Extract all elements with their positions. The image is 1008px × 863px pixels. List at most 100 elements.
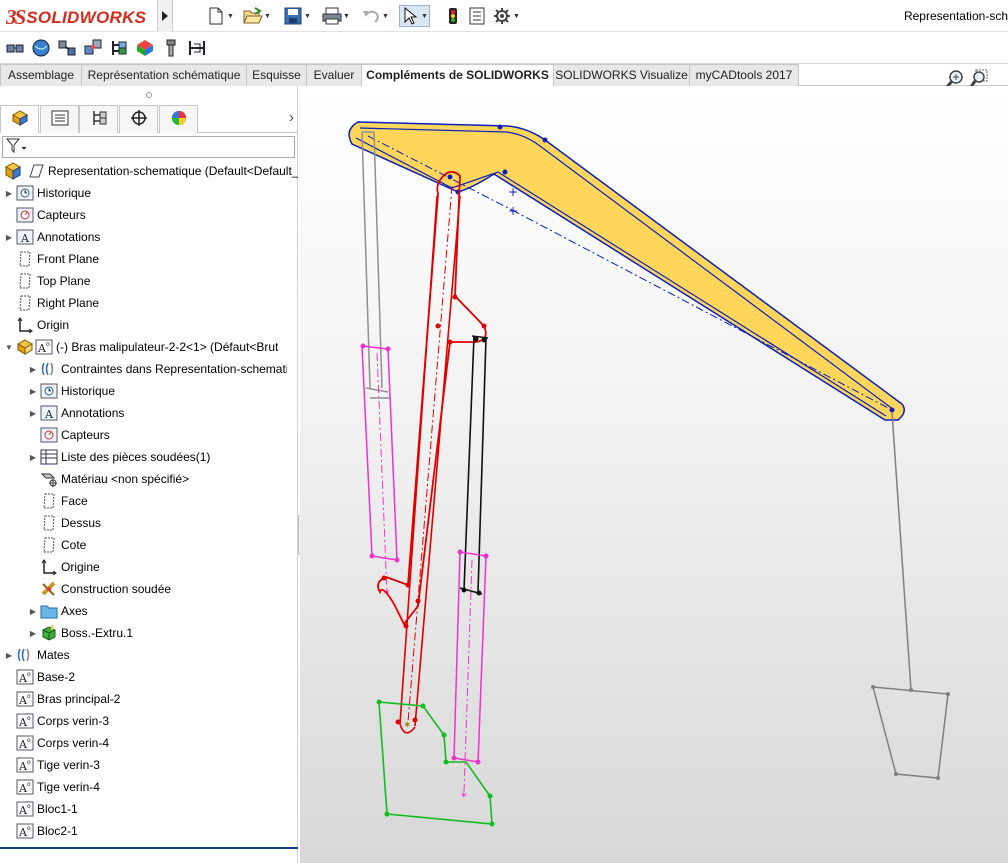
tree-item-axes[interactable]: ▶ Axes xyxy=(28,600,88,622)
chevron-down-icon[interactable]: ▼ xyxy=(420,6,429,26)
panel-grip[interactable] xyxy=(0,86,298,104)
tree-item-front-plane[interactable]: Front Plane xyxy=(4,248,99,270)
chevron-right-icon[interactable]: ▶ xyxy=(4,189,14,198)
tree-item-annotations[interactable]: ▶ A Annotations xyxy=(28,402,124,424)
tree-item-bloc2-1[interactable]: Ao Bloc2-1 xyxy=(4,820,78,842)
chevron-right-icon[interactable]: ▶ xyxy=(28,453,38,462)
tab-representation-schematique[interactable]: Représentation schématique xyxy=(81,64,247,86)
tab-evaluer[interactable]: Evaluer xyxy=(306,64,362,86)
tree-item-annotations[interactable]: ▶ A Annotations xyxy=(4,226,100,248)
configuration-manager-icon xyxy=(90,109,108,130)
chevron-right-icon[interactable]: ▶ xyxy=(28,607,38,616)
save-button[interactable]: ▼ xyxy=(283,5,312,27)
tree-item-boss-extru-1[interactable]: ▶ Boss.-Extru.1 xyxy=(28,622,133,644)
tree-item-bloc1-1[interactable]: Ao Bloc1-1 xyxy=(4,798,78,820)
assembly-tool-icon[interactable] xyxy=(82,37,104,59)
tree-item-materiau-non-specifie[interactable]: Matériau <non spécifié> xyxy=(28,468,189,490)
main-arm[interactable]: ✶ xyxy=(377,170,487,734)
tab-mycadtools[interactable]: myCADtools 2017 xyxy=(689,64,799,86)
tree-item-corps-verin-3[interactable]: Ao Corps verin-3 xyxy=(4,710,109,732)
tree-item-top-plane[interactable]: Top Plane xyxy=(4,270,90,292)
tree-item-label: Dessus xyxy=(61,516,102,530)
tab-property-manager[interactable] xyxy=(40,105,79,133)
tab-configuration-manager[interactable] xyxy=(79,105,118,133)
tab-assemblage[interactable]: Assemblage xyxy=(0,64,82,86)
tree-filter[interactable] xyxy=(2,136,295,158)
graphics-viewport[interactable]: + + ✶ ✶ ✶ xyxy=(300,86,1008,863)
svg-text:o: o xyxy=(27,715,31,722)
tree-item-historique[interactable]: ▶ Historique xyxy=(28,380,115,402)
cylinder-body-right[interactable]: ✶ xyxy=(451,549,489,802)
tree-item-label: Boss.-Extru.1 xyxy=(61,626,134,640)
tree-item-historique[interactable]: ▶ Historique xyxy=(4,182,91,204)
tree-item-contraintes-dans-representation-schemati[interactable]: ▶ Contraintes dans Representation-schemat… xyxy=(28,358,287,380)
bolt-tool-icon[interactable] xyxy=(160,37,182,59)
origin-icon xyxy=(16,316,34,334)
tree-item-label: Tige verin-3 xyxy=(37,758,100,772)
tree-item-origin[interactable]: Origin xyxy=(4,314,69,336)
tab-display-manager[interactable] xyxy=(159,105,198,133)
tree-item-mates[interactable]: ▶ Mates xyxy=(4,644,70,666)
options-button[interactable]: ▼ xyxy=(492,5,521,27)
tree-tool-icon[interactable] xyxy=(108,37,130,59)
tree-item-capteurs[interactable]: Capteurs xyxy=(4,204,86,226)
tree-item-origine[interactable]: Origine xyxy=(28,556,100,578)
tab-esquisse[interactable]: Esquisse xyxy=(246,64,307,86)
chevron-right-icon[interactable]: ▶ xyxy=(28,365,38,374)
chevron-right-icon[interactable]: ▶ xyxy=(28,409,38,418)
tree-root[interactable]: Representation-schematique (Default<Defa… xyxy=(2,160,298,182)
tree-item-bras-malipulateur-2-2-1-defaut-brut[interactable]: ▼ Ao (-) Bras malipulateur-2-2<1> (Défaut<… xyxy=(4,336,278,358)
tree-item-construction-soudee[interactable]: Construction soudée xyxy=(28,578,171,600)
link-tool-icon[interactable] xyxy=(56,37,78,59)
chevron-down-icon[interactable]: ▼ xyxy=(226,6,235,26)
rebuild-icon xyxy=(443,6,463,26)
measure-tool-icon[interactable] xyxy=(186,37,208,59)
print-button[interactable]: ▼ xyxy=(322,5,351,27)
chevron-right-icon[interactable]: › xyxy=(289,109,294,126)
chevron-down-icon[interactable]: ▼ xyxy=(381,6,390,26)
open-button[interactable]: ▼ xyxy=(243,5,272,27)
tab-complements-solidworks[interactable]: Compléments de SOLIDWORKS xyxy=(361,64,554,87)
tree-item-tige-verin-4[interactable]: Ao Tige verin-4 xyxy=(4,776,100,798)
file-properties-button[interactable] xyxy=(467,5,487,27)
color-tool-icon[interactable] xyxy=(134,37,156,59)
tree-item-dessus[interactable]: Dessus xyxy=(28,512,101,534)
tree-item-base-2[interactable]: Ao Base-2 xyxy=(4,666,75,688)
schematic-drawing[interactable]: + + ✶ ✶ ✶ xyxy=(300,86,1008,863)
svg-text:+: + xyxy=(508,185,518,199)
tab-feature-manager[interactable] xyxy=(0,105,39,133)
tree-item-capteurs[interactable]: Capteurs xyxy=(28,424,110,446)
chevron-right-icon[interactable]: ▶ xyxy=(28,629,38,638)
menu-expand-arrow-icon[interactable] xyxy=(157,0,173,32)
chevron-right-icon[interactable]: ▶ xyxy=(28,387,38,396)
tree-item-tige-verin-3[interactable]: Ao Tige verin-3 xyxy=(4,754,100,776)
rebuild-button[interactable] xyxy=(443,5,463,27)
chevron-down-icon[interactable]: ▼ xyxy=(512,6,521,26)
tab-dimxpert-manager[interactable] xyxy=(119,105,158,133)
tree-item-cote[interactable]: Cote xyxy=(28,534,86,556)
cylinder-body-left[interactable]: ✶ xyxy=(360,343,400,599)
tree-item-bras-principal-2[interactable]: Ao Bras principal-2 xyxy=(4,688,120,710)
solidworks-logo[interactable]: 3S SOLIDWORKS xyxy=(6,5,146,30)
chevron-down-icon[interactable]: ▼ xyxy=(303,6,312,26)
tree-item-face[interactable]: Face xyxy=(28,490,88,512)
svg-text:o: o xyxy=(27,693,31,700)
chevron-down-icon[interactable]: ▼ xyxy=(342,6,351,26)
sphere-tool-icon[interactable] xyxy=(30,37,52,59)
tab-solidworks-visualize[interactable]: SOLIDWORKS Visualize xyxy=(553,64,690,86)
bucket[interactable] xyxy=(871,411,950,780)
new-document-icon xyxy=(206,6,226,26)
tree-item-right-plane[interactable]: Right Plane xyxy=(4,292,99,314)
new-document-button[interactable]: ▼ xyxy=(206,5,235,27)
tree-item-liste-des-pieces-soudees-1[interactable]: ▶ Liste des pièces soudées(1) xyxy=(28,446,210,468)
select-button[interactable]: ▼ xyxy=(399,5,430,27)
sketch-icon: Ao xyxy=(16,734,34,752)
chevron-down-icon[interactable]: ▼ xyxy=(263,6,272,26)
schematic-tool-icon[interactable] xyxy=(4,37,26,59)
chevron-right-icon[interactable]: ▶ xyxy=(4,651,14,660)
undo-button[interactable]: ▼ xyxy=(361,5,390,27)
tree-item-corps-verin-4[interactable]: Ao Corps verin-4 xyxy=(4,732,109,754)
chevron-right-icon[interactable]: ▶ xyxy=(4,233,14,242)
cylinder-rod-left[interactable] xyxy=(361,131,390,399)
chevron-down-icon[interactable]: ▼ xyxy=(4,343,14,352)
